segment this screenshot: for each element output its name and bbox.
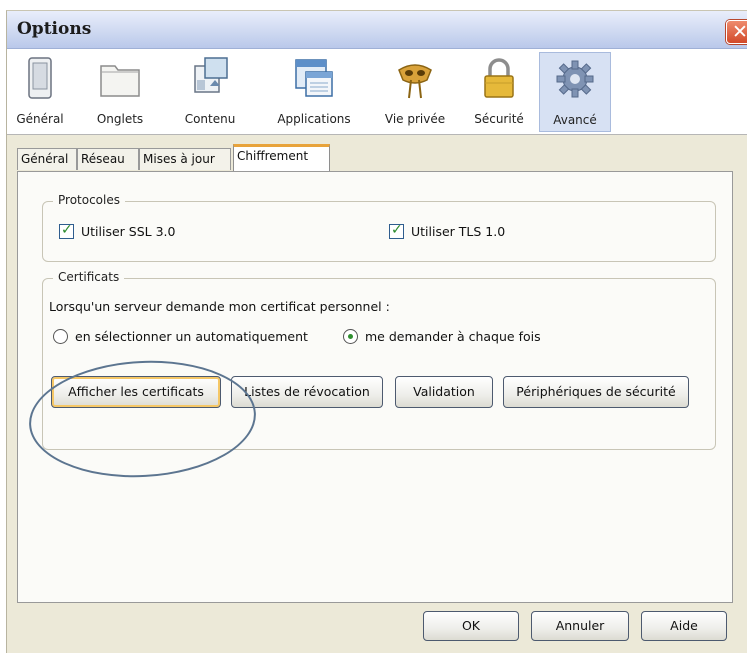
tab-encryption-label: Chiffrement [237,149,309,163]
toolbar-label-applications: Applications [277,112,351,126]
window-title: Options [17,19,92,39]
toolbar-item-privacy[interactable]: Vie privée [371,52,459,132]
tls-label[interactable]: Utiliser TLS 1.0 [411,224,505,239]
options-window: Options ✕ Général Onglets Contenu Applic… [6,10,747,653]
checkmark-icon: ✓ [61,222,73,238]
protocols-legend: Protocoles [53,193,125,207]
toolbar-label-privacy: Vie privée [384,112,446,126]
toolbar-item-security[interactable]: Sécurité [461,52,537,132]
toolbar-label-tabs: Onglets [96,112,144,126]
validation-label: Validation [413,384,475,399]
ok-label: OK [461,618,481,633]
toolbar-item-applications[interactable]: Applications [259,52,369,132]
content-icon [194,57,228,93]
tab-updates-label: Mises à jour [143,152,215,166]
padlock-icon [484,58,514,98]
radio-auto-select[interactable] [53,329,68,344]
radio-ask-every-time[interactable] [343,329,358,344]
tab-network-label: Réseau [81,152,125,166]
close-button[interactable]: ✕ [726,20,747,44]
tab-general-label: Général [21,152,69,166]
tls-checkbox[interactable]: ✓ [389,222,404,239]
applications-icon [295,59,333,97]
tab-general[interactable]: Général [17,148,77,170]
ssl-label[interactable]: Utiliser SSL 3.0 [81,224,175,239]
toolbar-item-content[interactable]: Contenu [165,52,255,132]
tab-encryption[interactable]: Chiffrement [233,144,330,171]
general-icon [28,57,52,99]
certificates-legend: Certificats [53,270,125,284]
help-label: Aide [670,618,698,633]
radio-auto-select-label[interactable]: en sélectionner un automatiquement [75,329,308,344]
help-button[interactable]: Aide [641,611,727,641]
cancel-button[interactable]: Annuler [531,611,629,641]
title-bar[interactable]: Options ✕ [7,11,747,49]
close-icon: ✕ [732,21,747,43]
certificate-prompt: Lorsqu'un serveur demande mon certificat… [49,299,390,314]
toolbar-item-general[interactable]: Général [7,52,73,132]
validation-button[interactable]: Validation [395,376,493,408]
toolbar-item-tabs[interactable]: Onglets [77,52,163,132]
toolbar-label-general: Général [16,112,64,126]
toolbar-item-advanced[interactable]: Avancé [539,52,611,132]
toolbar-label-advanced: Avancé [553,113,597,127]
cancel-label: Annuler [555,618,605,633]
protocols-group: Protocoles ✓ Utiliser SSL 3.0 ✓ Utiliser… [42,193,716,262]
revocation-lists-label: Listes de révocation [244,384,370,399]
security-devices-button[interactable]: Périphériques de sécurité [503,376,689,408]
privacy-mask-icon [398,64,432,99]
tabs-icon [100,65,140,97]
tab-updates[interactable]: Mises à jour [139,148,231,170]
radio-ask-every-time-label[interactable]: me demander à chaque fois [365,329,541,344]
tab-network[interactable]: Réseau [77,148,139,170]
ok-button[interactable]: OK [423,611,519,641]
toolbar-label-security: Sécurité [474,112,524,126]
category-toolbar: Général Onglets Contenu Applications Vie… [7,49,747,135]
checkmark-icon: ✓ [391,222,403,238]
gear-icon [556,60,594,98]
ssl-checkbox[interactable]: ✓ [59,222,74,239]
security-devices-label: Périphériques de sécurité [516,384,676,399]
toolbar-label-content: Contenu [184,112,236,126]
